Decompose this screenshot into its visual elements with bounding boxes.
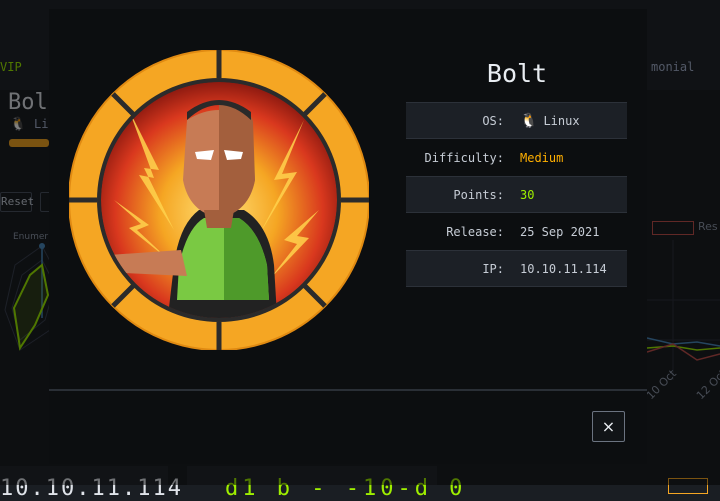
release-value: 25 Sep 2021 — [520, 224, 600, 239]
modal-divider — [49, 389, 647, 391]
points-value: 30 — [520, 187, 535, 202]
tux-icon: 🐧 — [520, 112, 538, 129]
info-row-points: Points: 30 — [406, 176, 627, 213]
close-button[interactable]: × — [592, 411, 625, 442]
machine-info-table: OS: 🐧 Linux Difficulty: Medium Points: 3… — [406, 102, 627, 287]
info-row-ip: IP: 10.10.11.114 — [406, 250, 627, 287]
os-value: Linux — [543, 113, 580, 128]
points-label: Points: — [453, 187, 504, 202]
difficulty-label: Difficulty: — [424, 150, 504, 165]
os-value-wrap: 🐧 Linux — [520, 113, 580, 129]
machine-avatar — [68, 49, 370, 351]
ip-value: 10.10.11.114 — [520, 261, 607, 276]
os-label: OS: — [482, 113, 504, 128]
machine-info-modal: Bolt OS: 🐧 Linux Difficulty: Medium Poin… — [49, 9, 647, 464]
info-row-os: OS: 🐧 Linux — [406, 102, 627, 139]
info-row-difficulty: Difficulty: Medium — [406, 139, 627, 176]
machine-name: Bolt — [486, 59, 548, 88]
ip-label: IP: — [482, 261, 504, 276]
release-label: Release: — [446, 224, 504, 239]
difficulty-value: Medium — [520, 150, 564, 165]
info-row-release: Release: 25 Sep 2021 — [406, 213, 627, 250]
